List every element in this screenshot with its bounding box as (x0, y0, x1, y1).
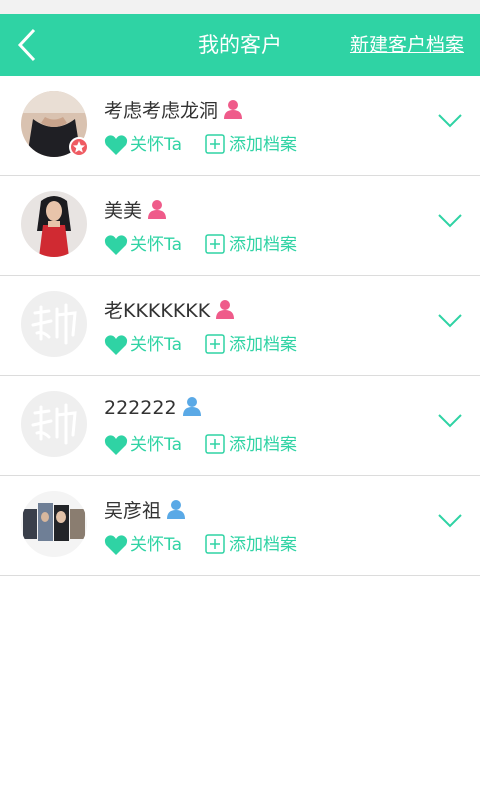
customer-row[interactable]: 老KKKKKKK 关怀Ta 添加档案 (0, 276, 480, 376)
chevron-down-icon[interactable] (438, 414, 462, 428)
customer-row[interactable]: 222222 关怀Ta 添加档案 (0, 376, 480, 476)
female-icon (216, 300, 235, 319)
customer-name-text: 222222 (104, 397, 177, 419)
customer-name-text: 美美 (104, 200, 143, 222)
care-button[interactable]: 关怀Ta (104, 433, 182, 457)
customer-name-text: 老KKKKKKK (104, 300, 211, 322)
heart-icon (104, 435, 128, 455)
care-label: 关怀Ta (130, 435, 182, 455)
customer-name-text: 吴彦祖 (104, 500, 162, 522)
female-icon (224, 100, 243, 119)
header-bar: 我的客户 新建客户档案 (0, 14, 480, 76)
chevron-down-icon[interactable] (438, 514, 462, 528)
star-icon (73, 141, 85, 153)
female-icon (148, 200, 167, 219)
add-file-button[interactable]: 添加档案 (205, 133, 297, 157)
customer-row[interactable]: 美美 关怀Ta 添加档案 (0, 176, 480, 276)
add-file-label: 添加档案 (229, 535, 297, 555)
care-button[interactable]: 关怀Ta (104, 333, 182, 357)
care-button[interactable]: 关怀Ta (104, 533, 182, 557)
avatar-photo (21, 191, 87, 257)
avatar[interactable] (21, 491, 87, 557)
add-file-label: 添加档案 (229, 335, 297, 355)
avatar[interactable] (21, 391, 87, 457)
heart-icon (104, 235, 128, 255)
new-customer-file-link[interactable]: 新建客户档案 (350, 14, 464, 76)
customer-name-text: 考虑考虑龙洞 (104, 100, 219, 122)
avatar[interactable] (21, 291, 87, 357)
add-file-button[interactable]: 添加档案 (205, 233, 297, 257)
care-label: 关怀Ta (130, 235, 182, 255)
default-avatar-icon (21, 291, 87, 357)
customer-name: 考虑考虑龙洞 (104, 96, 243, 123)
plus-box-icon (205, 134, 225, 154)
customer-row[interactable]: 考虑考虑龙洞 关怀Ta 添加档案 (0, 76, 480, 176)
male-icon (167, 500, 186, 519)
plus-box-icon (205, 534, 225, 554)
add-file-button[interactable]: 添加档案 (205, 333, 297, 357)
star-badge (69, 137, 89, 157)
customer-name: 222222 (104, 396, 201, 419)
add-file-label: 添加档案 (229, 435, 297, 455)
heart-icon (104, 335, 128, 355)
customer-name: 吴彦祖 (104, 496, 186, 523)
care-label: 关怀Ta (130, 335, 182, 355)
male-icon (182, 397, 201, 416)
chevron-down-icon[interactable] (438, 214, 462, 228)
care-button[interactable]: 关怀Ta (104, 133, 182, 157)
default-avatar-icon (21, 391, 87, 457)
plus-box-icon (205, 434, 225, 454)
plus-box-icon (205, 334, 225, 354)
avatar[interactable] (21, 191, 87, 257)
customer-name: 美美 (104, 196, 167, 223)
plus-box-icon (205, 234, 225, 254)
chevron-down-icon[interactable] (438, 114, 462, 128)
add-file-button[interactable]: 添加档案 (205, 533, 297, 557)
care-label: 关怀Ta (130, 535, 182, 555)
heart-icon (104, 135, 128, 155)
care-button[interactable]: 关怀Ta (104, 233, 182, 257)
add-file-label: 添加档案 (229, 135, 297, 155)
care-label: 关怀Ta (130, 135, 182, 155)
customer-name: 老KKKKKKK (104, 296, 235, 323)
heart-icon (104, 535, 128, 555)
add-file-button[interactable]: 添加档案 (205, 433, 297, 457)
customer-list: 考虑考虑龙洞 关怀Ta 添加档案 美美 关怀Ta 添加档案 老KKKKKKK 关… (0, 76, 480, 576)
avatar-photo (21, 491, 87, 557)
customer-row[interactable]: 吴彦祖 关怀Ta 添加档案 (0, 476, 480, 576)
status-bar (0, 0, 480, 14)
add-file-label: 添加档案 (229, 235, 297, 255)
chevron-down-icon[interactable] (438, 314, 462, 328)
